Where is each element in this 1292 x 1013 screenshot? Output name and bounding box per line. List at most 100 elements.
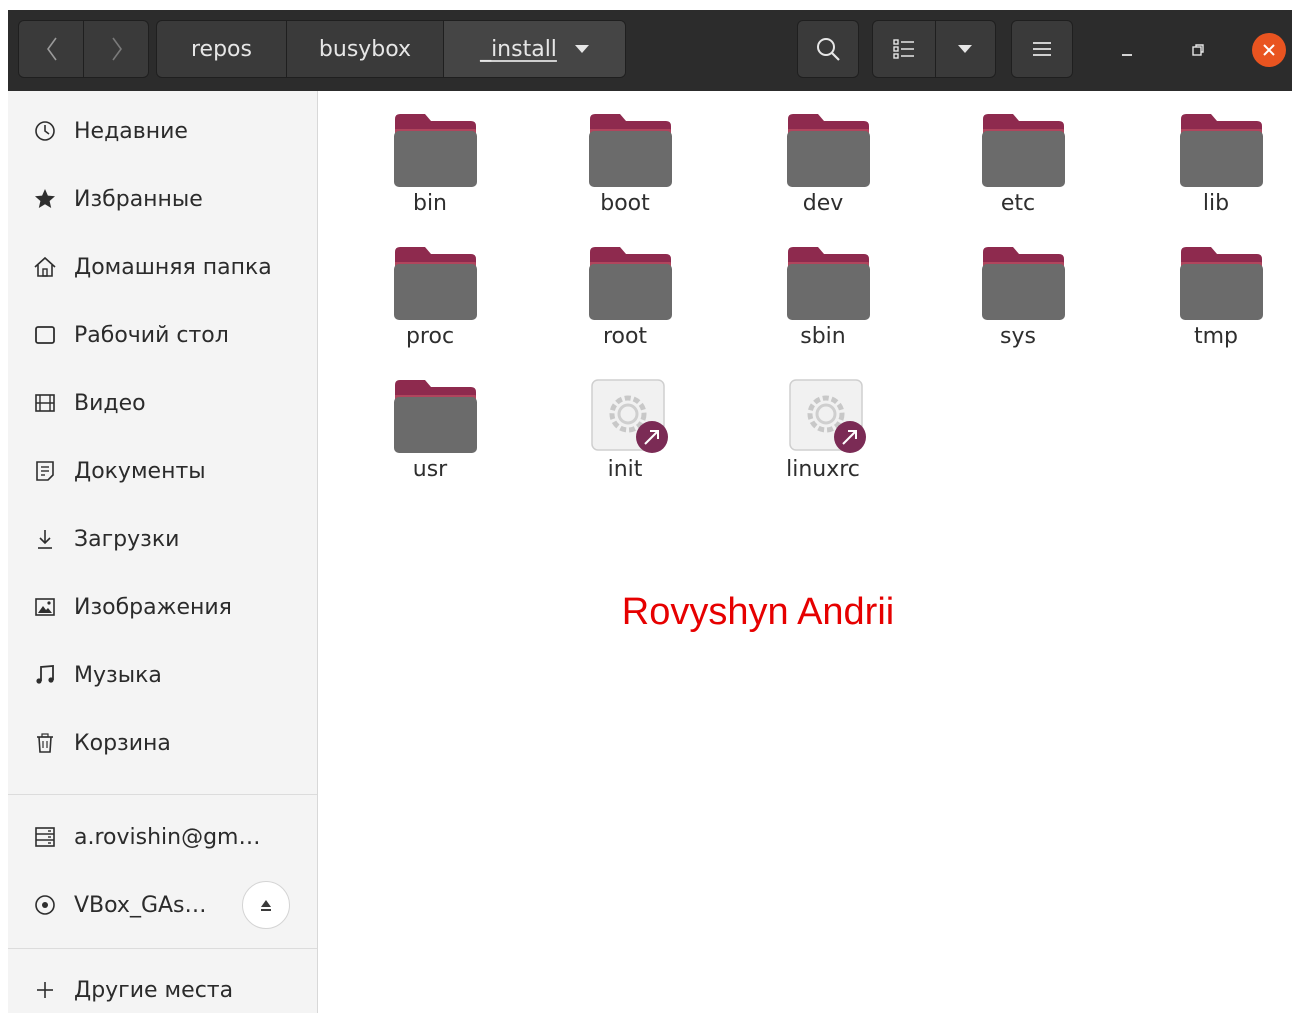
optical-disc-icon [32,892,58,918]
eject-button[interactable] [242,881,290,929]
close-button[interactable] [1252,33,1286,67]
sidebar-item-label: Документы [74,458,206,484]
file-item-tmp[interactable]: tmp [1141,228,1291,356]
file-item-dev[interactable]: dev [748,95,898,223]
sidebar-item-label: Загрузки [74,526,180,552]
sidebar-item-network-drive[interactable]: a.rovishin@gm… [8,807,317,867]
sidebar-item-starred[interactable]: Избранные [8,169,317,229]
sidebar-separator [8,948,317,949]
file-item-init[interactable]: init [550,361,700,489]
restore-icon [1192,44,1204,56]
file-item-proc[interactable]: proc [355,228,505,356]
search-button[interactable] [797,20,859,78]
file-item-label: boot [600,191,650,216]
folder-icon [982,247,1065,320]
path-crumb-label: busybox [318,36,412,62]
image-icon [32,594,58,620]
folder-icon [787,114,870,187]
folder-icon [589,114,672,187]
file-item-etc[interactable]: etc [943,95,1093,223]
folder-icon [394,114,477,187]
headerbar: repos busybox _install [8,10,1292,91]
sidebar-item-label: Музыка [74,662,162,688]
sidebar-item-vbox-disc[interactable]: VBox_GAs… [8,875,317,935]
home-icon [32,254,58,280]
triangle-down-icon [958,45,972,53]
trash-icon [32,730,58,756]
chevron-left-icon [46,37,57,61]
triangle-down-icon [574,45,589,53]
plus-icon [32,977,58,1003]
file-item-label: root [602,324,648,349]
sidebar-item-label: Домашняя папка [74,254,272,280]
file-item-bin[interactable]: bin [355,95,505,223]
sidebar-item-label: Избранные [74,186,203,212]
close-icon [1263,44,1275,56]
folder-icon [982,114,1065,187]
sidebar-item-label: Рабочий стол [74,322,229,348]
folder-icon [1180,114,1263,187]
file-item-label: linuxrc [786,457,860,482]
sidebar-item-label: Корзина [74,730,171,756]
forward-button[interactable] [84,21,148,77]
file-item-root[interactable]: root [550,228,700,356]
restore-button[interactable] [1182,34,1214,66]
file-item-sys[interactable]: sys [943,228,1093,356]
sidebar-item-other-locations[interactable]: Другие места [8,960,317,1013]
sidebar-item-recent[interactable]: Недавние [8,101,317,161]
sidebar-item-desktop[interactable]: Рабочий стол [8,305,317,365]
file-item-label: init [607,457,643,482]
file-item-usr[interactable]: usr [355,361,505,489]
minimize-button[interactable] [1111,34,1143,66]
file-item-label: proc [405,324,455,349]
view-options-button[interactable] [935,21,995,77]
file-item-label: tmp [1193,324,1239,349]
minimize-icon [1122,54,1132,56]
file-item-sbin[interactable]: sbin [748,228,898,356]
file-item-label: lib [1202,191,1230,216]
music-icon [32,662,58,688]
sidebar-item-documents[interactable]: Документы [8,441,317,501]
back-button[interactable] [19,21,84,77]
file-view: bin boot dev etc lib proc root sbin sys … [318,91,1292,1013]
search-icon [817,38,840,61]
sidebar-item-downloads[interactable]: Загрузки [8,509,317,569]
path-crumb-install[interactable]: _install [444,21,625,77]
file-item-label: dev [802,191,844,216]
navigation-buttons [18,20,149,78]
sidebar-item-videos[interactable]: Видео [8,373,317,433]
hamburger-menu-icon [1033,42,1051,56]
star-icon [32,186,58,212]
path-crumb-repos[interactable]: repos [157,21,287,77]
clock-icon [32,118,58,144]
sidebar: Недавние Избранные Домашняя папка Рабочи… [8,91,318,1013]
file-item-linuxrc[interactable]: linuxrc [748,361,898,489]
film-icon [32,390,58,416]
executable-icon [789,379,866,453]
download-icon [32,526,58,552]
sidebar-item-trash[interactable]: Корзина [8,713,317,773]
path-bar: repos busybox _install [156,20,626,78]
file-item-lib[interactable]: lib [1141,95,1291,223]
sidebar-item-home[interactable]: Домашняя папка [8,237,317,297]
author-watermark-text: Rovyshyn Andrii [621,591,895,633]
folder-icon [787,247,870,320]
sidebar-item-label: Видео [74,390,146,416]
sidebar-separator [8,794,317,795]
sidebar-item-label: VBox_GAs… [74,892,207,918]
network-drive-icon [32,824,58,850]
file-manager-window: repos busybox _install Недавние Избранны… [8,10,1292,1013]
file-item-boot[interactable]: boot [550,95,700,223]
sidebar-item-music[interactable]: Музыка [8,645,317,705]
list-view-button[interactable] [873,21,936,77]
folder-icon [394,247,477,320]
path-crumb-label: repos [191,36,252,62]
path-crumb-busybox[interactable]: busybox [287,21,444,77]
folder-icon [394,380,477,453]
sidebar-item-pictures[interactable]: Изображения [8,577,317,637]
sidebar-item-label: Недавние [74,118,188,144]
folder-icon [589,247,672,320]
file-item-label: bin [412,191,448,216]
menu-button[interactable] [1011,20,1073,78]
file-item-label: sys [1000,324,1036,349]
